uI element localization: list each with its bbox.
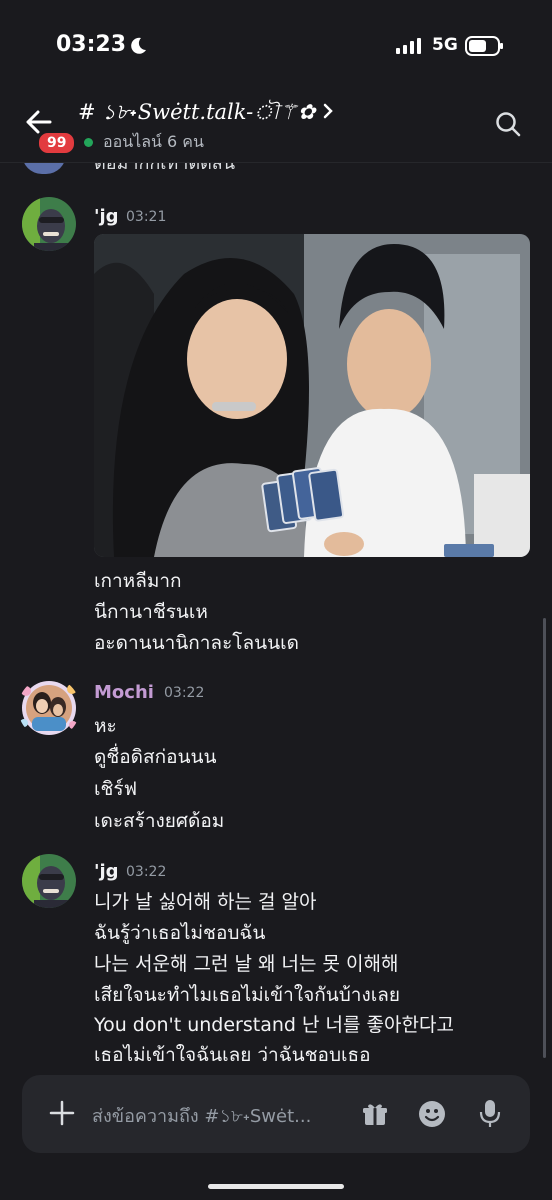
message-line: เดะสร้างยศด้อม xyxy=(94,810,225,832)
username[interactable]: 'jg xyxy=(94,861,119,882)
battery-icon xyxy=(465,36,503,56)
channel-header: 99 # ১৮˖Swėtt.talk-ৗ⚚✿ ออนไลน์ 6 คน xyxy=(0,90,552,163)
message-line: เสียใจนะทำไมเธอไม่เข้าใจกันบ้างเลย xyxy=(94,984,401,1006)
timestamp: 03:22 xyxy=(164,685,205,701)
message-line: You don't understand 난 너를 좋아한다고 xyxy=(94,1014,454,1036)
username[interactable]: 'jg xyxy=(94,206,119,227)
search-icon[interactable] xyxy=(494,110,522,138)
home-indicator xyxy=(208,1184,344,1189)
message-line: หะ xyxy=(94,715,117,737)
message-line: อะดานนานิกาละโลนนเด xyxy=(94,632,299,654)
channel-title[interactable]: # ১৮˖Swėtt.talk-ৗ⚚✿ xyxy=(78,96,315,131)
network-type: 5G xyxy=(432,35,458,55)
emoji-icon[interactable] xyxy=(418,1100,446,1128)
avatar[interactable] xyxy=(22,854,76,908)
message-line: 니가 날 싫어해 하는 걸 알아 xyxy=(94,891,317,913)
message-line: ดูชื่อดิสก่อนนน xyxy=(94,746,217,768)
status-bar: 03:23 5G xyxy=(0,0,552,90)
scrollbar[interactable] xyxy=(543,618,546,1058)
status-time: 03:23 xyxy=(56,32,127,57)
online-status-dot xyxy=(84,138,93,147)
timestamp: 03:22 xyxy=(126,864,167,880)
avatar[interactable] xyxy=(18,677,80,739)
message-line: นีกานาชีรนเห xyxy=(94,601,208,623)
gift-icon[interactable] xyxy=(362,1101,388,1127)
message-input[interactable]: ส่งข้อความถึง #১৮˖Swėt... xyxy=(92,1101,311,1133)
chevron-right-icon[interactable] xyxy=(322,102,334,120)
message-line: ฉันรู้ว่าเธอไม่ชอบฉัน xyxy=(94,922,266,944)
username[interactable]: Mochi xyxy=(94,682,154,703)
message-line: เชิร์ฟ xyxy=(94,778,138,800)
microphone-icon[interactable] xyxy=(478,1099,502,1129)
plus-icon[interactable] xyxy=(48,1099,76,1127)
moon-icon xyxy=(131,37,146,54)
message-composer[interactable]: ส่งข้อความถึง #১৮˖Swėt... xyxy=(22,1075,530,1153)
signal-icon xyxy=(396,38,421,54)
online-count: ออนไลน์ 6 คน xyxy=(103,132,204,151)
avatar[interactable] xyxy=(22,197,76,251)
message-line: 나는 서운해 그런 날 왜 너는 못 이해해 xyxy=(94,953,399,975)
unread-badge: 99 xyxy=(37,131,77,155)
timestamp: 03:21 xyxy=(126,209,167,225)
attached-photo[interactable] xyxy=(94,234,530,557)
message-line: เกาหลีมาก xyxy=(94,570,182,592)
